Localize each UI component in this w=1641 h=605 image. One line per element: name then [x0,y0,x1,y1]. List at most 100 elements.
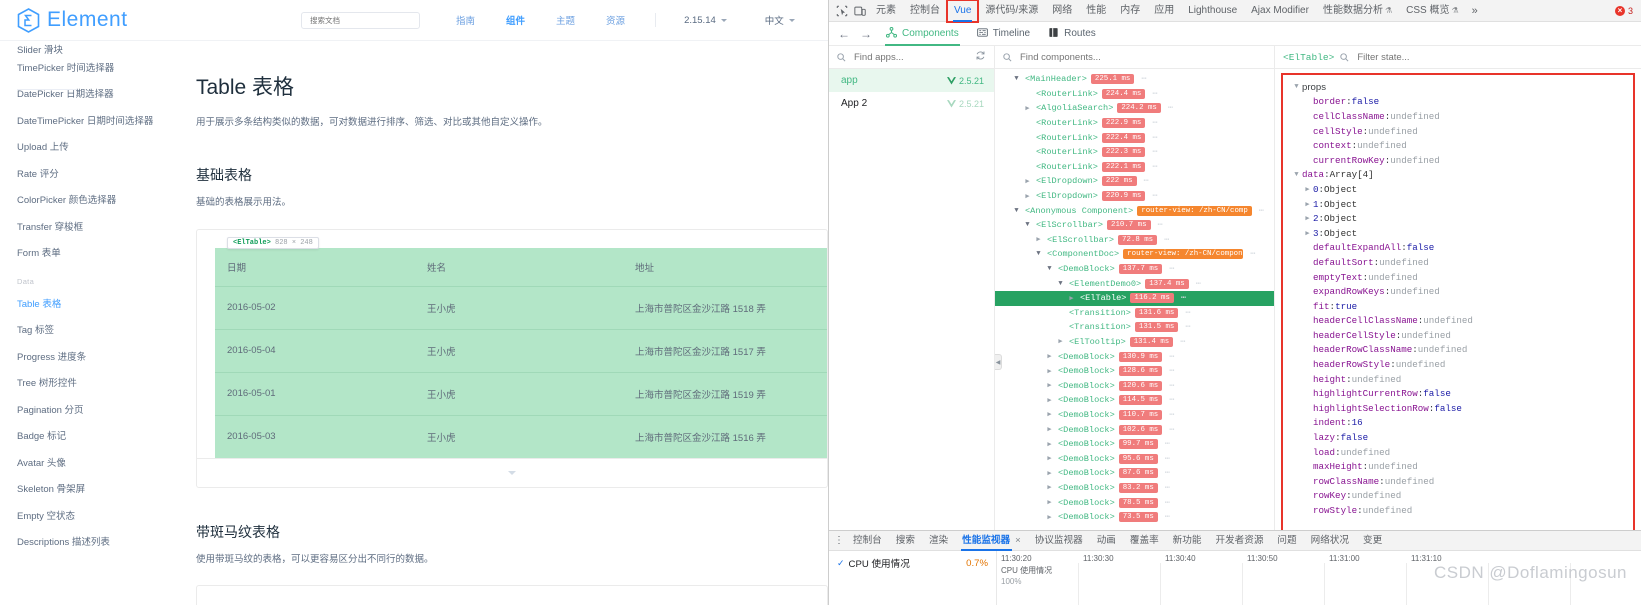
tab-elements[interactable]: 元素 [869,0,903,22]
node-menu-icon[interactable]: ⋯ [1169,264,1174,274]
sidebar-item-datetimepicker[interactable]: DateTimePicker 日期时间选择器 [17,108,196,135]
tab-memory[interactable]: 内存 [1113,0,1147,22]
nav-link-resource[interactable]: 资源 [606,13,625,27]
prop-row[interactable]: rowKey: undefined [1283,489,1633,504]
tree-node[interactable]: ▶ <DemoBlock> 114.5 ms ⋯ [995,393,1274,408]
tree-node[interactable]: ▶ <ElDropdown> 222 ms ⋯ [995,174,1274,189]
node-menu-icon[interactable]: ⋯ [1185,308,1190,318]
sidebar-item-tree[interactable]: Tree 树形控件 [17,371,196,398]
tab-vue[interactable]: Vue [945,0,980,23]
chevron-down-icon[interactable]: ▼ [1023,221,1032,229]
node-menu-icon[interactable]: ⋯ [1196,279,1201,289]
node-menu-icon[interactable]: ⋯ [1152,147,1157,157]
sidebar-item-colorpicker[interactable]: ColorPicker 颜色选择器 [17,188,196,215]
chevron-right-icon[interactable]: ▶ [1023,177,1032,186]
sidebar-item-skeleton[interactable]: Skeleton 骨架屏 [17,477,196,504]
prop-row[interactable]: headerRowStyle: undefined [1283,357,1633,372]
drawer-tab[interactable]: 网络状况 [1304,531,1356,551]
tree-node[interactable]: ▶ <DemoBlock> 78.5 ms ⋯ [995,495,1274,510]
prop-row[interactable]: rowStyle: undefined [1283,503,1633,518]
prop-row[interactable]: defaultSort: undefined [1283,255,1633,270]
table-row[interactable]: 2016-05-03 王小虎 上海市普陀区金沙江路 1516 弄 [215,415,827,458]
node-menu-icon[interactable]: ⋯ [1169,366,1174,376]
tree-node[interactable]: ▶ <DemoBlock> 110.7 ms ⋯ [995,408,1274,423]
chevron-right-icon[interactable]: ▶ [1045,352,1054,361]
prop-row[interactable]: height: undefined [1283,372,1633,387]
node-menu-icon[interactable]: ⋯ [1165,454,1170,464]
sidebar-item-pagination[interactable]: Pagination 分页 [17,397,196,424]
node-menu-icon[interactable]: ⋯ [1181,293,1186,303]
perf-graph[interactable]: 11:30:20 11:30:30 11:30:40 11:30:50 11:31:00… [997,551,1641,605]
chevron-right-icon[interactable]: ▶ [1034,235,1043,244]
drawer-tab[interactable]: 搜索 [889,531,922,551]
tree-node-selected[interactable]: ▶ <ElTable> 116.2 ms ⋯ [995,290,1274,306]
table-row[interactable]: 2016-05-02 王小虎 上海市普陀区金沙江路 1518 弄 [215,286,827,330]
drawer-menu-icon[interactable]: ⋮ [832,535,846,546]
find-apps-box[interactable] [829,46,995,68]
sidebar-item-upload[interactable]: Upload 上传 [17,135,196,162]
node-menu-icon[interactable]: ⋯ [1250,249,1255,259]
tree-node[interactable]: ▼ <DemoBlock> 137.7 ms ⋯ [995,262,1274,277]
demo-expand-footer[interactable] [197,457,827,487]
nav-link-guide[interactable]: 指南 [456,13,475,27]
drawer-tab[interactable]: 动画 [1090,531,1123,551]
tab-ajax-modifier[interactable]: Ajax Modifier [1244,0,1316,22]
nav-link-theme[interactable]: 主题 [556,13,575,27]
prop-row[interactable]: defaultExpandAll: false [1283,241,1633,256]
chevron-right-icon[interactable]: ▶ [1045,381,1054,390]
sidebar-item-transfer[interactable]: Transfer 穿梭框 [17,214,196,241]
chevron-down-icon[interactable]: ▼ [1291,171,1302,179]
tab-console[interactable]: 控制台 [903,0,947,22]
tree-node[interactable]: <RouterLink> 222.4 ms ⋯ [995,130,1274,145]
node-menu-icon[interactable]: ⋯ [1259,206,1264,216]
node-menu-icon[interactable]: ⋯ [1169,381,1174,391]
props-group-header[interactable]: ▼ props [1283,80,1633,95]
chevron-right-icon[interactable]: ▶ [1302,214,1313,223]
node-menu-icon[interactable]: ⋯ [1165,483,1170,493]
el-table-highlighted[interactable]: <ElTable> 828 × 248 日期 姓名 地址 2016-05-02 … [215,236,827,458]
language-select[interactable]: 中文 [765,13,795,27]
tab-lighthouse[interactable]: Lighthouse [1181,0,1244,22]
prop-row[interactable]: context: undefined [1283,138,1633,153]
nav-link-components[interactable]: 组件 [506,13,525,27]
node-menu-icon[interactable]: ⋯ [1165,439,1170,449]
node-menu-icon[interactable]: ⋯ [1144,176,1149,186]
drawer-tab[interactable]: 控制台 [846,531,889,551]
chevron-right-icon[interactable]: ▶ [1056,337,1065,346]
prop-row[interactable]: emptyText: undefined [1283,270,1633,285]
chevron-down-icon[interactable]: ▼ [1012,75,1021,83]
more-tabs-button[interactable]: » [1466,5,1484,17]
tree-node[interactable]: ▶ <ElTooltip> 131.4 ms ⋯ [995,335,1274,350]
tree-node[interactable]: ▼ <ElScrollbar> 210.7 ms ⋯ [995,218,1274,233]
search-input[interactable] [308,14,413,26]
tree-node[interactable]: ▶ <DemoBlock> 95.6 ms ⋯ [995,451,1274,466]
prop-row[interactable]: ▶ 0: Object [1283,182,1633,197]
chevron-down-icon[interactable]: ▼ [1045,265,1054,273]
prop-row[interactable]: headerCellStyle: undefined [1283,328,1633,343]
node-menu-icon[interactable]: ⋯ [1152,89,1157,99]
tab-performance[interactable]: 性能 [1079,0,1113,22]
sidebar-item-datepicker[interactable]: DatePicker 日期选择器 [17,82,196,109]
prop-row[interactable]: currentRowKey: undefined [1283,153,1633,168]
node-menu-icon[interactable]: ⋯ [1152,191,1157,201]
node-menu-icon[interactable]: ⋯ [1169,410,1174,420]
sidebar-item-progress[interactable]: Progress 进度条 [17,344,196,371]
tree-node[interactable]: ▶ <DemoBlock> 87.6 ms ⋯ [995,466,1274,481]
tree-node[interactable]: <Transition> 131.5 ms ⋯ [995,320,1274,335]
tab-css-overview[interactable]: CSS 概览 ⚗ [1399,0,1466,22]
sidebar-item-tag[interactable]: Tag 标签 [17,318,196,345]
tree-node[interactable]: ▶ <ElDropdown> 220.9 ms ⋯ [995,189,1274,204]
chevron-right-icon[interactable]: ▶ [1067,294,1076,303]
tree-node[interactable]: ▼ <ElementDemo0> 137.4 ms ⋯ [995,276,1274,291]
tree-node[interactable]: ▶ <DemoBlock> 99.7 ms ⋯ [995,437,1274,452]
chevron-right-icon[interactable]: ▶ [1023,192,1032,201]
prop-row[interactable]: maxHeight: undefined [1283,459,1633,474]
drawer-tab[interactable]: 变更 [1356,531,1389,551]
drawer-tab[interactable]: 问题 [1270,531,1303,551]
node-menu-icon[interactable]: ⋯ [1180,337,1185,347]
tree-node[interactable]: <RouterLink> 222.3 ms ⋯ [995,145,1274,160]
prop-row[interactable]: ▶ 2: Object [1283,211,1633,226]
chevron-down-icon[interactable]: ▼ [1012,207,1021,215]
chevron-right-icon[interactable]: ▶ [1045,498,1054,507]
prop-row[interactable]: headerRowClassName: undefined [1283,343,1633,358]
